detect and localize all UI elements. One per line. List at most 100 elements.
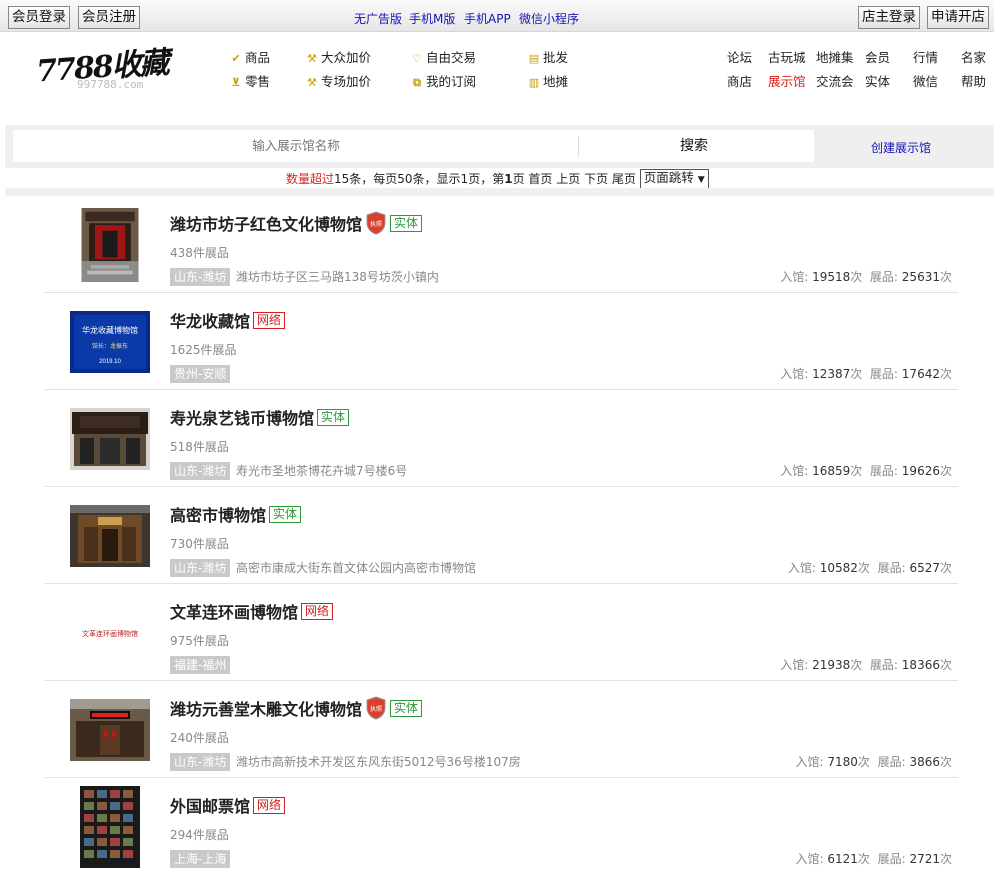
item-title[interactable]: 潍坊元善堂木雕文化博物馆 <box>170 700 362 719</box>
page-jump-select[interactable]: 页面跳转 ▼ <box>639 168 709 189</box>
exhibits-unit: 次 <box>939 464 952 478</box>
item-title[interactable]: 潍坊市坊子红色文化博物馆 <box>170 215 362 234</box>
exhibits-count: 25631 <box>901 270 940 284</box>
exhibits-label: 展品: <box>869 270 898 284</box>
nav-antique-city[interactable]: 古玩城 <box>768 47 806 66</box>
region-badge: 贵州-安顺 <box>170 365 231 383</box>
museum-photo-4[interactable] <box>70 505 150 567</box>
address: 潍坊市高新技术开发区东风东街5012号36号楼107房 <box>236 755 521 769</box>
search-bar: 搜索 创建展示馆 <box>5 125 994 168</box>
exhibits-unit: 次 <box>939 270 952 284</box>
visits-label: 入馆: <box>795 852 824 866</box>
pager-next[interactable]: 下页 <box>584 172 608 186</box>
nav-forum[interactable]: 论坛 <box>727 47 752 66</box>
mobile-app-link[interactable]: 手机APP <box>464 10 511 27</box>
member-login-button[interactable]: 会员登录 <box>8 6 70 29</box>
address: 寿光市圣地茶博花卉城7号楼6号 <box>236 464 408 478</box>
pager-prev[interactable]: 上页 <box>556 172 580 186</box>
visits-unit: 次 <box>857 755 870 769</box>
nav-market[interactable]: 行情 <box>913 47 938 66</box>
visits-label: 入馆: <box>795 755 824 769</box>
nav-retail[interactable]: ⊻ 零售 <box>230 71 270 90</box>
item-title-row: 外国邮票馆 网络 <box>170 793 286 817</box>
list-item[interactable]: 寿光泉艺钱币博物馆 实体 518件展品 山东-潍坊 寿光市圣地茶博花卉城7号楼6号… <box>44 390 958 487</box>
list-item[interactable]: 华龙收藏博物馆 馆长：龙振东 2019.10 华龙收藏馆 网络 1625件展品 贵… <box>44 293 958 390</box>
list-item[interactable]: 潍坊元善堂木雕文化博物馆 执照 实体 240件展品 山东-潍坊 潍坊市高新技术开发区… <box>44 681 958 778</box>
exhibits-label: 展品: <box>869 658 898 672</box>
search-input[interactable] <box>13 130 579 162</box>
museum-photo-3[interactable] <box>70 408 150 470</box>
museum-photo-5[interactable]: 文革连环画博物馆 <box>70 602 150 664</box>
pager-current: 1 <box>504 172 513 186</box>
mobile-m-link[interactable]: 手机M版 <box>409 10 455 27</box>
nav-wholesale[interactable]: ▤ 批发 <box>528 47 568 66</box>
item-title[interactable]: 外国邮票馆 <box>170 797 250 816</box>
type-tag: 网络 <box>253 311 286 329</box>
create-exhibition-link[interactable]: 创建展示馆 <box>871 139 931 156</box>
exhibits-unit: 次 <box>939 658 952 672</box>
item-stats: 入馆: 16859次 展品: 19626次 <box>780 462 952 480</box>
list-item[interactable]: 潍坊市坊子红色文化博物馆 执照 实体 438件展品 山东-潍坊 潍坊市坊子区三马路1… <box>44 196 958 293</box>
exhibit-count: 1625件展品 <box>170 343 237 357</box>
open-shop-button[interactable]: 申请开店 <box>927 6 989 29</box>
pager-first[interactable]: 首页 <box>528 172 552 186</box>
license-badge-icon: 执照 <box>366 696 386 720</box>
svg-text:文革连环画博物馆: 文革连环画博物馆 <box>82 629 138 638</box>
type-tag: 网络 <box>253 796 286 814</box>
museum-photo-6[interactable] <box>70 699 150 761</box>
museum-photo-1[interactable] <box>80 208 140 282</box>
nav-exchange-fair[interactable]: 交流会 <box>816 71 854 90</box>
search-button[interactable]: 搜索 <box>574 130 814 162</box>
nav-public-bid[interactable]: ⚒ 大众加价 <box>306 47 371 66</box>
pager-prefix: 数量超过 <box>286 172 335 186</box>
nav-my-subscription[interactable]: ⧉ 我的订阅 <box>411 71 476 90</box>
visits-label: 入馆: <box>787 561 816 575</box>
nav-goods[interactable]: ✔ 商品 <box>230 47 270 66</box>
nav-retail-label: 零售 <box>245 74 271 89</box>
region-badge: 福建-福州 <box>170 656 231 674</box>
exhibits-count: 17642 <box>901 367 940 381</box>
item-title[interactable]: 华龙收藏馆 <box>170 312 250 331</box>
nav-physical[interactable]: 实体 <box>865 71 890 90</box>
nav-store[interactable]: 商店 <box>727 71 752 90</box>
museum-photo-7[interactable] <box>80 786 140 868</box>
visits-count: 12387 <box>812 367 851 381</box>
museum-photo-2[interactable]: 华龙收藏博物馆 馆长：龙振东 2019.10 <box>70 311 150 373</box>
nav-wechat[interactable]: 微信 <box>913 71 938 90</box>
list-item[interactable]: 文革连环画博物馆 文革连环画博物馆 网络 975件展品 福建-福州 入馆: 219… <box>44 584 958 681</box>
nav-free-trade[interactable]: ♡ 自由交易 <box>411 47 476 66</box>
site-logo[interactable]: 7788收藏 997788.com <box>35 42 169 94</box>
item-title[interactable]: 高密市博物馆 <box>170 506 266 525</box>
item-stats: 入馆: 12387次 展品: 17642次 <box>780 365 952 383</box>
item-stats: 入馆: 19518次 展品: 25631次 <box>780 268 952 286</box>
nav-help[interactable]: 帮助 <box>961 71 986 90</box>
pagination: 数量超过15条，每页50条，显示1页，第1页 首页 上页 下页 尾页 页面跳转 … <box>286 168 709 189</box>
visits-unit: 次 <box>850 270 863 284</box>
no-ads-link[interactable]: 无广告版 <box>354 10 402 27</box>
nav-exhibition-hall[interactable]: 展示馆 <box>768 71 806 90</box>
shop-login-button[interactable]: 店主登录 <box>858 6 920 29</box>
item-title[interactable]: 寿光泉艺钱币博物馆 <box>170 409 314 428</box>
item-title[interactable]: 文革连环画博物馆 <box>170 603 298 622</box>
hammer-icon: ⚒ <box>307 52 317 65</box>
list-item[interactable]: 高密市博物馆 实体 730件展品 山东-潍坊 高密市康成大街东首文体公园内高密市博… <box>44 487 958 584</box>
nav-special-bid[interactable]: ⚒ 专场加价 <box>306 71 371 90</box>
item-stats: 入馆: 21938次 展品: 18366次 <box>780 656 952 674</box>
wechat-miniprogram-link[interactable]: 微信小程序 <box>519 10 579 27</box>
visits-unit: 次 <box>857 561 870 575</box>
item-title-row: 寿光泉艺钱币博物馆 实体 <box>170 405 350 429</box>
address: 高密市康成大街东首文体公园内高密市博物馆 <box>236 561 477 575</box>
box-icon: ▤ <box>528 52 540 65</box>
member-register-button[interactable]: 会员注册 <box>78 6 140 29</box>
exhibits-label: 展品: <box>877 755 906 769</box>
nav-member[interactable]: 会员 <box>865 47 890 66</box>
exhibits-label: 展品: <box>869 367 898 381</box>
nav-famous[interactable]: 名家 <box>961 47 986 66</box>
pager-last[interactable]: 尾页 <box>612 172 636 186</box>
item-title-row: 华龙收藏馆 网络 <box>170 308 286 332</box>
nav-stall-fair[interactable]: 地摊集 <box>816 47 854 66</box>
list-separator <box>5 188 994 196</box>
list-item[interactable]: 外国邮票馆 网络 294件展品 上海-上海 入馆: 6121次 展品: 2721次 <box>44 778 958 875</box>
nav-street-stall[interactable]: ▥ 地摊 <box>528 71 568 90</box>
search-divider <box>578 135 579 157</box>
